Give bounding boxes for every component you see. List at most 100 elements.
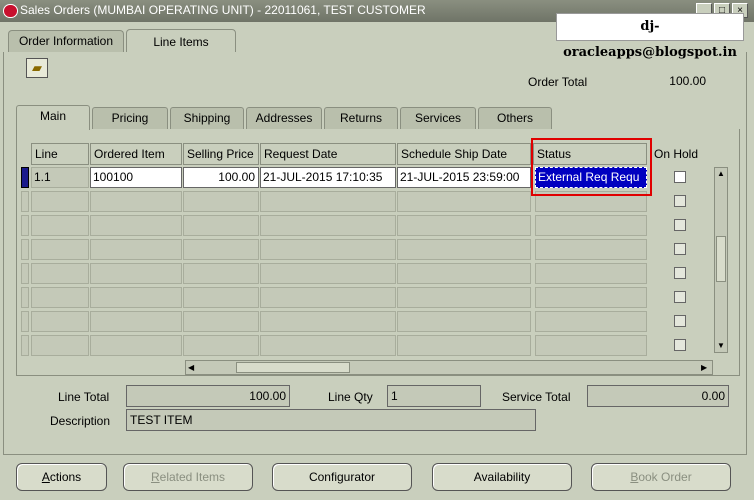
cell-line[interactable] bbox=[31, 191, 89, 212]
row-indicator[interactable] bbox=[21, 191, 29, 212]
cell-schedule-ship-date[interactable] bbox=[397, 191, 531, 212]
column-header-ordered-item[interactable]: Ordered Item bbox=[90, 143, 182, 165]
service-total-label: Service Total bbox=[502, 390, 571, 404]
subtab-services[interactable]: Services bbox=[400, 107, 476, 129]
on-hold-checkbox[interactable] bbox=[674, 195, 686, 207]
row-indicator[interactable] bbox=[21, 287, 29, 308]
cell-selling-price[interactable] bbox=[183, 263, 259, 284]
cell-status[interactable] bbox=[535, 335, 647, 356]
tab-order-information[interactable]: Order Information bbox=[8, 30, 124, 52]
subtab-pricing[interactable]: Pricing bbox=[92, 107, 168, 129]
scroll-right-icon[interactable]: ▶ bbox=[701, 363, 710, 372]
cell-request-date[interactable]: 21-JUL-2015 17:10:35 bbox=[260, 167, 396, 188]
vertical-scroll-thumb[interactable] bbox=[716, 236, 726, 282]
status-highlight-box bbox=[531, 138, 652, 196]
cell-status[interactable] bbox=[535, 215, 647, 236]
related-items-button[interactable]: Related Items bbox=[123, 463, 253, 491]
cell-status[interactable] bbox=[535, 239, 647, 260]
cell-ordered-item[interactable] bbox=[90, 215, 182, 236]
horizontal-scrollbar[interactable]: ◀ ▶ bbox=[185, 360, 713, 375]
subtab-returns[interactable]: Returns bbox=[324, 107, 398, 129]
cell-schedule-ship-date[interactable]: 21-JUL-2015 23:59:00 bbox=[397, 167, 531, 188]
line-total-field[interactable]: 100.00 bbox=[126, 385, 290, 407]
subtab-others[interactable]: Others bbox=[478, 107, 552, 129]
row-indicator-current[interactable] bbox=[21, 167, 29, 188]
cell-line[interactable] bbox=[31, 215, 89, 236]
row-indicator[interactable] bbox=[21, 239, 29, 260]
availability-button[interactable]: Availability bbox=[432, 463, 572, 491]
cell-selling-price[interactable] bbox=[183, 239, 259, 260]
cell-request-date[interactable] bbox=[260, 335, 396, 356]
cell-ordered-item[interactable] bbox=[90, 287, 182, 308]
cell-line[interactable]: 1.1 bbox=[31, 167, 89, 188]
cell-schedule-ship-date[interactable] bbox=[397, 263, 531, 284]
cell-request-date[interactable] bbox=[260, 191, 396, 212]
actions-button[interactable]: Actions bbox=[16, 463, 107, 491]
on-hold-checkbox[interactable] bbox=[674, 243, 686, 255]
description-label: Description bbox=[50, 414, 111, 428]
cell-line[interactable] bbox=[31, 311, 89, 332]
cell-line[interactable] bbox=[31, 263, 89, 284]
cell-line[interactable] bbox=[31, 335, 89, 356]
cell-ordered-item[interactable] bbox=[90, 335, 182, 356]
actions-mnemonic: A bbox=[41, 470, 50, 484]
on-hold-checkbox[interactable] bbox=[674, 339, 686, 351]
on-hold-checkbox[interactable] bbox=[674, 315, 686, 327]
column-header-schedule-ship-date[interactable]: Schedule Ship Date bbox=[397, 143, 531, 165]
on-hold-checkbox[interactable] bbox=[674, 219, 686, 231]
column-header-selling-price[interactable]: Selling Price bbox=[183, 143, 259, 165]
vertical-scrollbar[interactable]: ▲ ▼ bbox=[714, 167, 728, 353]
row-indicator[interactable] bbox=[21, 215, 29, 236]
book-order-button[interactable]: Book Order bbox=[591, 463, 731, 491]
cell-request-date[interactable] bbox=[260, 239, 396, 260]
cell-line[interactable] bbox=[31, 239, 89, 260]
cell-request-date[interactable] bbox=[260, 215, 396, 236]
cell-request-date[interactable] bbox=[260, 287, 396, 308]
column-header-line[interactable]: Line bbox=[31, 143, 89, 165]
subtab-addresses[interactable]: Addresses bbox=[246, 107, 322, 129]
cell-schedule-ship-date[interactable] bbox=[397, 311, 531, 332]
on-hold-checkbox[interactable] bbox=[674, 171, 686, 183]
cell-schedule-ship-date[interactable] bbox=[397, 215, 531, 236]
cell-ordered-item[interactable] bbox=[90, 263, 182, 284]
row-indicator[interactable] bbox=[21, 335, 29, 356]
description-field[interactable]: TEST ITEM bbox=[126, 409, 536, 431]
row-indicator[interactable] bbox=[21, 311, 29, 332]
cell-selling-price[interactable] bbox=[183, 311, 259, 332]
cell-ordered-item[interactable] bbox=[90, 311, 182, 332]
on-hold-checkbox[interactable] bbox=[674, 291, 686, 303]
column-header-request-date[interactable]: Request Date bbox=[260, 143, 396, 165]
cell-status[interactable] bbox=[535, 311, 647, 332]
cell-schedule-ship-date[interactable] bbox=[397, 335, 531, 356]
column-header-on-hold[interactable]: On Hold bbox=[650, 143, 713, 165]
cell-ordered-item[interactable]: 100100 bbox=[90, 167, 182, 188]
configurator-button[interactable]: Configurator bbox=[272, 463, 412, 491]
cell-line[interactable] bbox=[31, 287, 89, 308]
watermark-text: dj-oracleapps@blogspot.in bbox=[556, 13, 744, 60]
oracle-app-icon bbox=[3, 4, 18, 18]
cell-selling-price[interactable] bbox=[183, 287, 259, 308]
subtab-shipping[interactable]: Shipping bbox=[170, 107, 244, 129]
cell-schedule-ship-date[interactable] bbox=[397, 239, 531, 260]
scroll-up-icon[interactable]: ▲ bbox=[717, 170, 725, 178]
service-total-field[interactable]: 0.00 bbox=[587, 385, 729, 407]
horizontal-scroll-thumb[interactable] bbox=[236, 362, 350, 373]
folder-open-icon[interactable]: ▰ bbox=[26, 58, 48, 78]
cell-status[interactable] bbox=[535, 287, 647, 308]
cell-request-date[interactable] bbox=[260, 311, 396, 332]
scroll-down-icon[interactable]: ▼ bbox=[717, 342, 725, 350]
cell-request-date[interactable] bbox=[260, 263, 396, 284]
on-hold-checkbox[interactable] bbox=[674, 267, 686, 279]
cell-ordered-item[interactable] bbox=[90, 239, 182, 260]
line-qty-field[interactable]: 1 bbox=[387, 385, 481, 407]
cell-schedule-ship-date[interactable] bbox=[397, 287, 531, 308]
cell-status[interactable] bbox=[535, 263, 647, 284]
cell-selling-price[interactable] bbox=[183, 191, 259, 212]
cell-selling-price[interactable]: 100.00 bbox=[183, 167, 259, 188]
cell-selling-price[interactable] bbox=[183, 215, 259, 236]
row-indicator[interactable] bbox=[21, 263, 29, 284]
cell-selling-price[interactable] bbox=[183, 335, 259, 356]
subtab-main[interactable]: Main bbox=[16, 105, 90, 130]
scroll-left-icon[interactable]: ◀ bbox=[188, 363, 197, 372]
cell-ordered-item[interactable] bbox=[90, 191, 182, 212]
